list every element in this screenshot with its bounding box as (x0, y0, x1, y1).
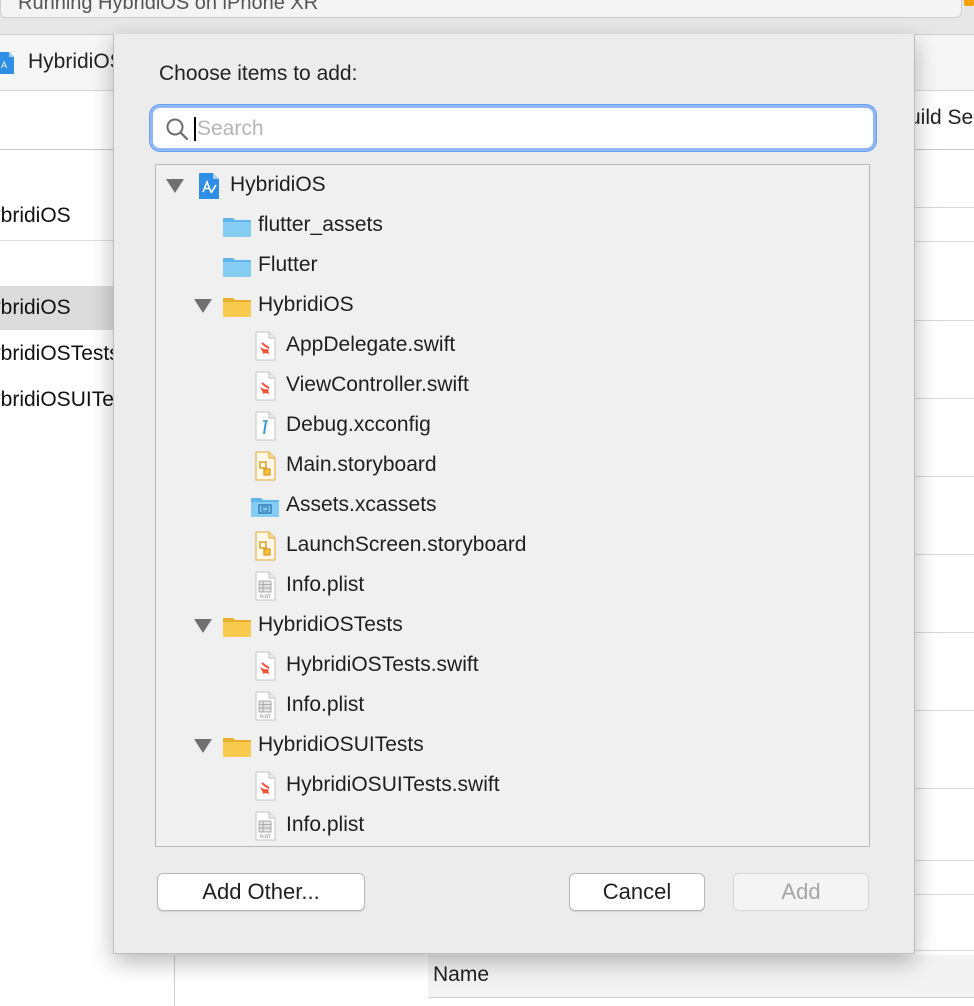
tree-row-label: Info.plist (286, 573, 365, 596)
activity-bar: Running HybridiOS on iPhone XR (0, 0, 974, 35)
tree-row[interactable]: HybridiOSTests (156, 606, 869, 646)
tree-row[interactable]: HybridiOS (156, 166, 869, 206)
tree-row[interactable]: HybridiOS (156, 286, 869, 326)
xcode-project-icon: A (0, 52, 14, 74)
plist-file-icon: PLIST (250, 571, 280, 601)
tree-row[interactable]: Main.storyboard (156, 446, 869, 486)
plist-file-icon: PLIST (250, 811, 280, 841)
column-header-name[interactable]: Name (428, 955, 974, 998)
add-button[interactable]: Add (733, 873, 869, 911)
tree-row[interactable]: Assets.xcassets (156, 486, 869, 526)
svg-text:PLIST: PLIST (260, 834, 271, 839)
tree-row[interactable]: PLIST Info.plist (156, 686, 869, 726)
add-other-button[interactable]: Add Other... (157, 873, 365, 911)
project-targets-list: HybridiOS HybridiOS HybridiOSTests Hybri… (0, 150, 141, 1006)
warning-icon[interactable] (964, 0, 974, 6)
disclosure-triangle-icon[interactable] (194, 739, 212, 753)
tree-row[interactable]: Flutter (156, 246, 869, 286)
storyboard-file-icon (250, 531, 280, 561)
disclosure-triangle-icon[interactable] (194, 619, 212, 633)
yellow-folder-icon (222, 291, 252, 321)
tree-row[interactable]: HybridiOSUITests (156, 726, 869, 766)
activity-status-text: Running HybridiOS on iPhone XR (18, 0, 319, 14)
yellow-folder-icon (222, 731, 252, 761)
search-input[interactable] (195, 111, 859, 147)
tree-row-label: Main.storyboard (286, 453, 437, 476)
svg-text:PLIST: PLIST (260, 594, 271, 599)
tree-row[interactable]: HybridiOSTests.swift (156, 646, 869, 686)
swift-file-icon (250, 651, 280, 681)
project-item[interactable]: HybridiOS (0, 204, 71, 228)
tree-row-label: ViewController.swift (286, 373, 469, 396)
search-field[interactable] (153, 108, 873, 148)
tree-row-label: LaunchScreen.storyboard (286, 533, 527, 556)
tree-row-label: HybridiOSTests (258, 613, 403, 636)
tree-row-label: HybridiOSUITests.swift (286, 773, 500, 796)
asset-catalog-icon (250, 491, 280, 521)
column-header-label: Name (433, 963, 490, 986)
target-item-tests[interactable]: HybridiOSTests (0, 342, 120, 366)
blue-folder-icon (222, 251, 252, 281)
cancel-button[interactable]: Cancel (569, 873, 705, 911)
tree-row[interactable]: flutter_assets (156, 206, 869, 246)
tree-row-label: HybridiOSUITests (258, 733, 424, 756)
xcode-project-icon (194, 171, 224, 201)
tree-row[interactable]: ViewController.swift (156, 366, 869, 406)
svg-text:PLIST: PLIST (260, 714, 271, 719)
plist-file-icon: PLIST (250, 691, 280, 721)
tree-row[interactable]: Debug.xcconfig (156, 406, 869, 446)
divider (0, 240, 114, 241)
tree-row-label: Flutter (258, 253, 318, 276)
blue-folder-icon (222, 211, 252, 241)
swift-file-icon (250, 371, 280, 401)
tree-row-label: AppDelegate.swift (286, 333, 456, 356)
svg-text:A: A (1, 61, 8, 71)
storyboard-file-icon (250, 451, 280, 481)
tree-row-label: HybridiOS (258, 293, 354, 316)
yellow-folder-icon (222, 611, 252, 641)
xcconfig-file-icon (250, 411, 280, 441)
tree-row[interactable]: LaunchScreen.storyboard (156, 526, 869, 566)
tree-row-label: Info.plist (286, 813, 365, 836)
add-files-sheet: Choose items to add: HybridiOS flutter_as… (113, 34, 915, 954)
tree-row[interactable]: PLIST Info.plist (156, 566, 869, 606)
tree-row-label: Debug.xcconfig (286, 413, 431, 436)
tree-row-label: flutter_assets (258, 213, 383, 236)
target-item-app[interactable]: HybridiOS (0, 296, 71, 320)
disclosure-triangle-icon[interactable] (166, 179, 184, 193)
jump-bar-project-label[interactable]: HybridiOS (28, 50, 124, 74)
tree-row[interactable]: AppDelegate.swift (156, 326, 869, 366)
tree-row[interactable]: HybridiOSUITests.swift (156, 766, 869, 806)
tree-row-label: HybridiOSTests.swift (286, 653, 479, 676)
file-tree[interactable]: HybridiOS flutter_assets Flutter HybridiOS A… (155, 164, 870, 847)
tree-row-label: Info.plist (286, 693, 365, 716)
sheet-title: Choose items to add: (159, 62, 358, 85)
tree-row-label: Assets.xcassets (286, 493, 437, 516)
swift-file-icon (250, 771, 280, 801)
tree-row[interactable]: PLIST Info.plist (156, 806, 869, 846)
swift-file-icon (250, 331, 280, 361)
disclosure-triangle-icon[interactable] (194, 299, 212, 313)
tree-row-label: HybridiOS (230, 173, 326, 196)
search-icon (166, 118, 189, 141)
